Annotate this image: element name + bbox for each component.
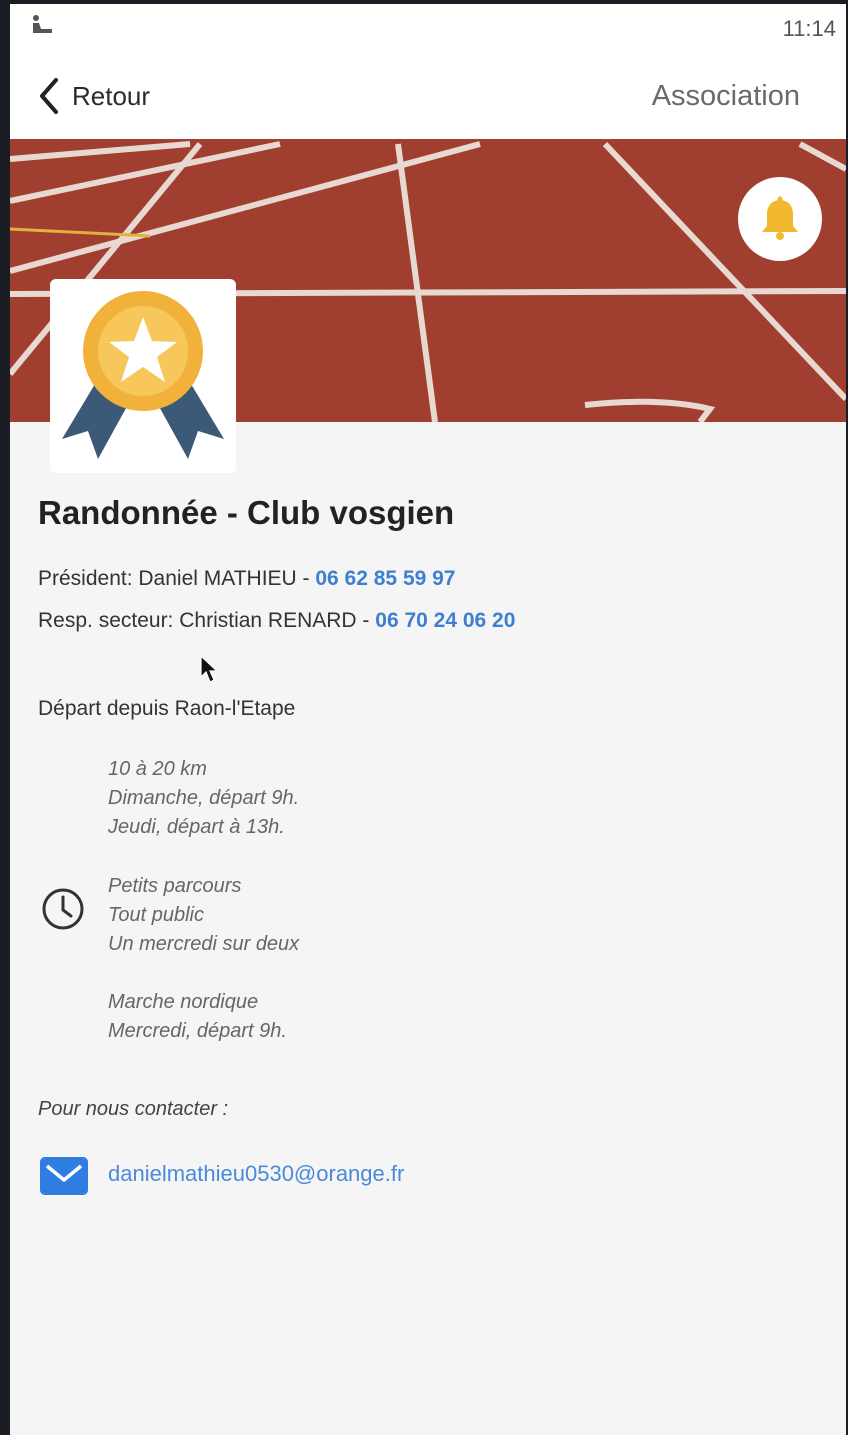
schedule-line: Jeudi, départ à 13h. [108, 816, 285, 838]
back-button[interactable]: Retour [36, 74, 150, 118]
president-line: Président: Daniel MATHIEU - 06 62 85 59 … [38, 567, 456, 591]
schedule-line: Mercredi, départ 9h. [108, 1020, 287, 1042]
president-phone-link[interactable]: 06 62 85 59 97 [315, 567, 455, 590]
schedule-line: Tout public [108, 904, 204, 926]
schedule-line: Marche nordique [108, 991, 259, 1013]
nav-bar: Retour Association [10, 52, 846, 140]
email-link[interactable]: danielmathieu0530@orange.fr [108, 1161, 404, 1187]
contact-heading: Pour nous contacter : [38, 1098, 229, 1120]
mail-icon[interactable] [40, 1157, 88, 1195]
club-logo [50, 279, 236, 473]
schedule-block-2: Petits parcours Tout public Un mercredi … [108, 872, 299, 959]
schedule-line: Dimanche, départ 9h. [108, 787, 300, 809]
bell-icon [762, 196, 798, 240]
secteur-line: Resp. secteur: Christian RENARD - 06 70 … [38, 609, 515, 633]
schedule-line: Petits parcours [108, 875, 242, 897]
chevron-left-icon [40, 78, 58, 114]
president-label: Président: Daniel MATHIEU - [38, 567, 316, 590]
notification-button[interactable] [738, 177, 822, 261]
schedule-block-1: 10 à 20 km Dimanche, départ 9h. Jeudi, d… [108, 755, 299, 842]
schedule-line: Un mercredi sur deux [108, 933, 300, 955]
schedule-line: 10 à 20 km [108, 758, 207, 780]
accessibility-icon [33, 15, 52, 33]
app-screen: 11:14 Retour Association Randonnée - Clu… [10, 4, 846, 1435]
page-title: Association [651, 80, 800, 112]
clock-icon [42, 888, 84, 930]
schedule-block-3: Marche nordique Mercredi, départ 9h. [108, 988, 287, 1046]
status-bar: 11:14 [10, 4, 846, 52]
medal-icon [62, 291, 224, 459]
status-time: 11:14 [782, 16, 836, 41]
departure-location: Départ depuis Raon-l'Etape [38, 697, 296, 720]
mouse-cursor-icon [200, 655, 219, 683]
secteur-phone-link[interactable]: 06 70 24 06 20 [375, 609, 515, 632]
club-name: Randonnée - Club vosgien [38, 494, 455, 531]
secteur-label: Resp. secteur: Christian RENARD - [38, 609, 376, 632]
back-label: Retour [72, 80, 151, 111]
